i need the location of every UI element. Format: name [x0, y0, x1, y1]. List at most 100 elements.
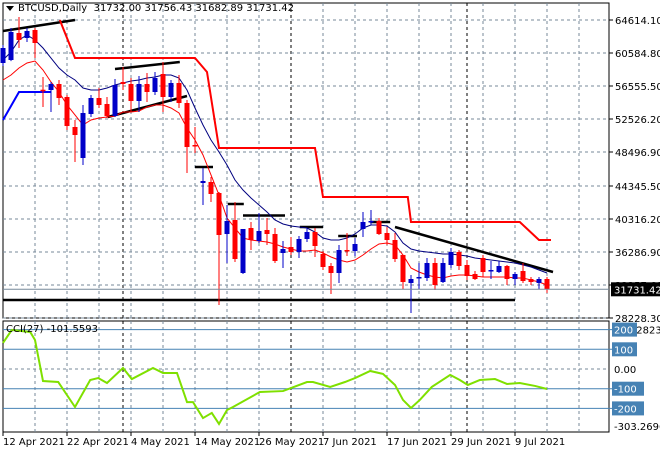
candle-body: [400, 254, 406, 282]
candle-body: [288, 247, 294, 252]
candle-body: [368, 221, 374, 223]
price-axis-label: 36286.90: [615, 248, 660, 259]
date-axis-label: 29 Jun 2021: [451, 437, 511, 448]
close-value: 31731.42: [246, 3, 295, 14]
symbol-label: BTCUSD,Daily: [18, 3, 88, 14]
candle-body: [376, 221, 382, 234]
price-axis-label: 64614.10: [615, 16, 660, 27]
candle-body: [344, 250, 350, 252]
candle-body: [520, 271, 526, 281]
candle-body: [440, 262, 446, 282]
date-axis-label: 9 Jul 2021: [515, 437, 565, 448]
candle-body: [248, 228, 254, 241]
candle-body: [416, 276, 422, 279]
candle-body: [424, 262, 430, 278]
date-axis-label: 7 Jun 2021: [323, 437, 377, 448]
candle-body: [480, 257, 486, 272]
price-axis-label: 44345.50: [615, 182, 660, 193]
candle-body: [464, 264, 470, 276]
main-panel: [2, 2, 610, 319]
candle-body: [224, 221, 230, 235]
candle-body: [56, 83, 62, 99]
candle-body: [392, 240, 398, 260]
date-axis-label: 22 Apr 2021: [67, 437, 129, 448]
candle-body: [504, 266, 510, 280]
low-value: 31682.89: [195, 3, 244, 14]
candle-body: [264, 230, 270, 234]
candle-body: [232, 220, 238, 260]
price-axis-label: 56555.50: [615, 82, 660, 93]
candle-body: [544, 279, 550, 290]
date-axis-label: 26 May 2021: [259, 437, 324, 448]
candle-body: [384, 232, 390, 241]
chart-canvas[interactable]: 64614.10 60584.80 56555.50 52526.20 48496.90…: [0, 0, 660, 450]
candle-body: [200, 181, 206, 183]
date-axis-label: 4 May 2021: [131, 437, 190, 448]
cci-axis-label: -200: [614, 404, 637, 415]
cci-axis-label: 100: [614, 345, 633, 356]
candle-body: [304, 231, 310, 240]
cci-axis-label: 200: [614, 326, 633, 337]
candle-body: [512, 273, 518, 280]
open-value: 31732.00: [93, 3, 142, 14]
candle-body: [88, 98, 94, 114]
price-axis-label: 60584.80: [615, 49, 660, 60]
candle-body: [160, 73, 166, 98]
candle[interactable]: [88, 95, 94, 118]
candle-body: [312, 231, 318, 246]
candle-body: [144, 83, 150, 92]
candle-body: [320, 253, 326, 268]
candle-body: [64, 97, 70, 127]
candle-body: [448, 251, 454, 265]
cci-axis-label: -303.2696: [614, 422, 660, 433]
date-axis-label: 17 Jun 2021: [387, 437, 447, 448]
candle-body: [472, 273, 478, 280]
candle-body: [136, 83, 142, 101]
candle[interactable]: [64, 95, 70, 131]
candle-body: [168, 82, 174, 98]
candle-body: [328, 266, 334, 273]
cci-panel: [2, 320, 610, 433]
price-axis-label: 52526.20: [615, 115, 660, 126]
candle-body: [104, 103, 110, 117]
high-value: 31756.43: [144, 3, 193, 14]
candle-body: [72, 127, 78, 136]
candle-body: [296, 239, 302, 252]
chart-header: BTCUSD,Daily 31732.00 31756.43 31682.89 …: [6, 3, 294, 14]
candle[interactable]: [240, 228, 246, 275]
candle-body: [184, 102, 190, 148]
candle-body: [40, 89, 46, 92]
candle-body: [24, 31, 30, 39]
candle-body: [536, 279, 542, 283]
candle-body: [48, 83, 54, 91]
candle-body: [336, 250, 342, 273]
candle[interactable]: [0, 44, 6, 67]
candle-body: [80, 112, 86, 159]
candle-body: [96, 98, 102, 105]
candle-body: [432, 262, 438, 285]
candle-body: [112, 84, 118, 117]
price-axis-label: 48496.90: [615, 148, 660, 159]
candle[interactable]: [8, 28, 14, 62]
candle-body: [352, 243, 358, 251]
cci-label: CCI(27) -101.5593: [6, 324, 98, 335]
dropdown-triangle-icon[interactable]: [6, 5, 14, 11]
candle-body: [216, 192, 222, 236]
candle-body: [16, 32, 22, 41]
current-price-label: 31731.42: [614, 285, 660, 296]
candle-body: [192, 145, 198, 147]
cci-axis-label: -100: [614, 385, 637, 396]
candle-body: [240, 228, 246, 273]
candle[interactable]: [80, 104, 86, 165]
candle-body: [360, 221, 366, 229]
candle-body: [176, 82, 182, 103]
candle-body: [0, 48, 6, 63]
candle-body: [528, 279, 534, 282]
candle-body: [32, 30, 38, 43]
candle-body: [256, 231, 262, 241]
candle-body: [408, 279, 414, 283]
candle-body: [272, 233, 278, 261]
candle-body: [488, 270, 494, 272]
candle-body: [152, 78, 158, 92]
date-axis-label: 14 May 2021: [195, 437, 260, 448]
